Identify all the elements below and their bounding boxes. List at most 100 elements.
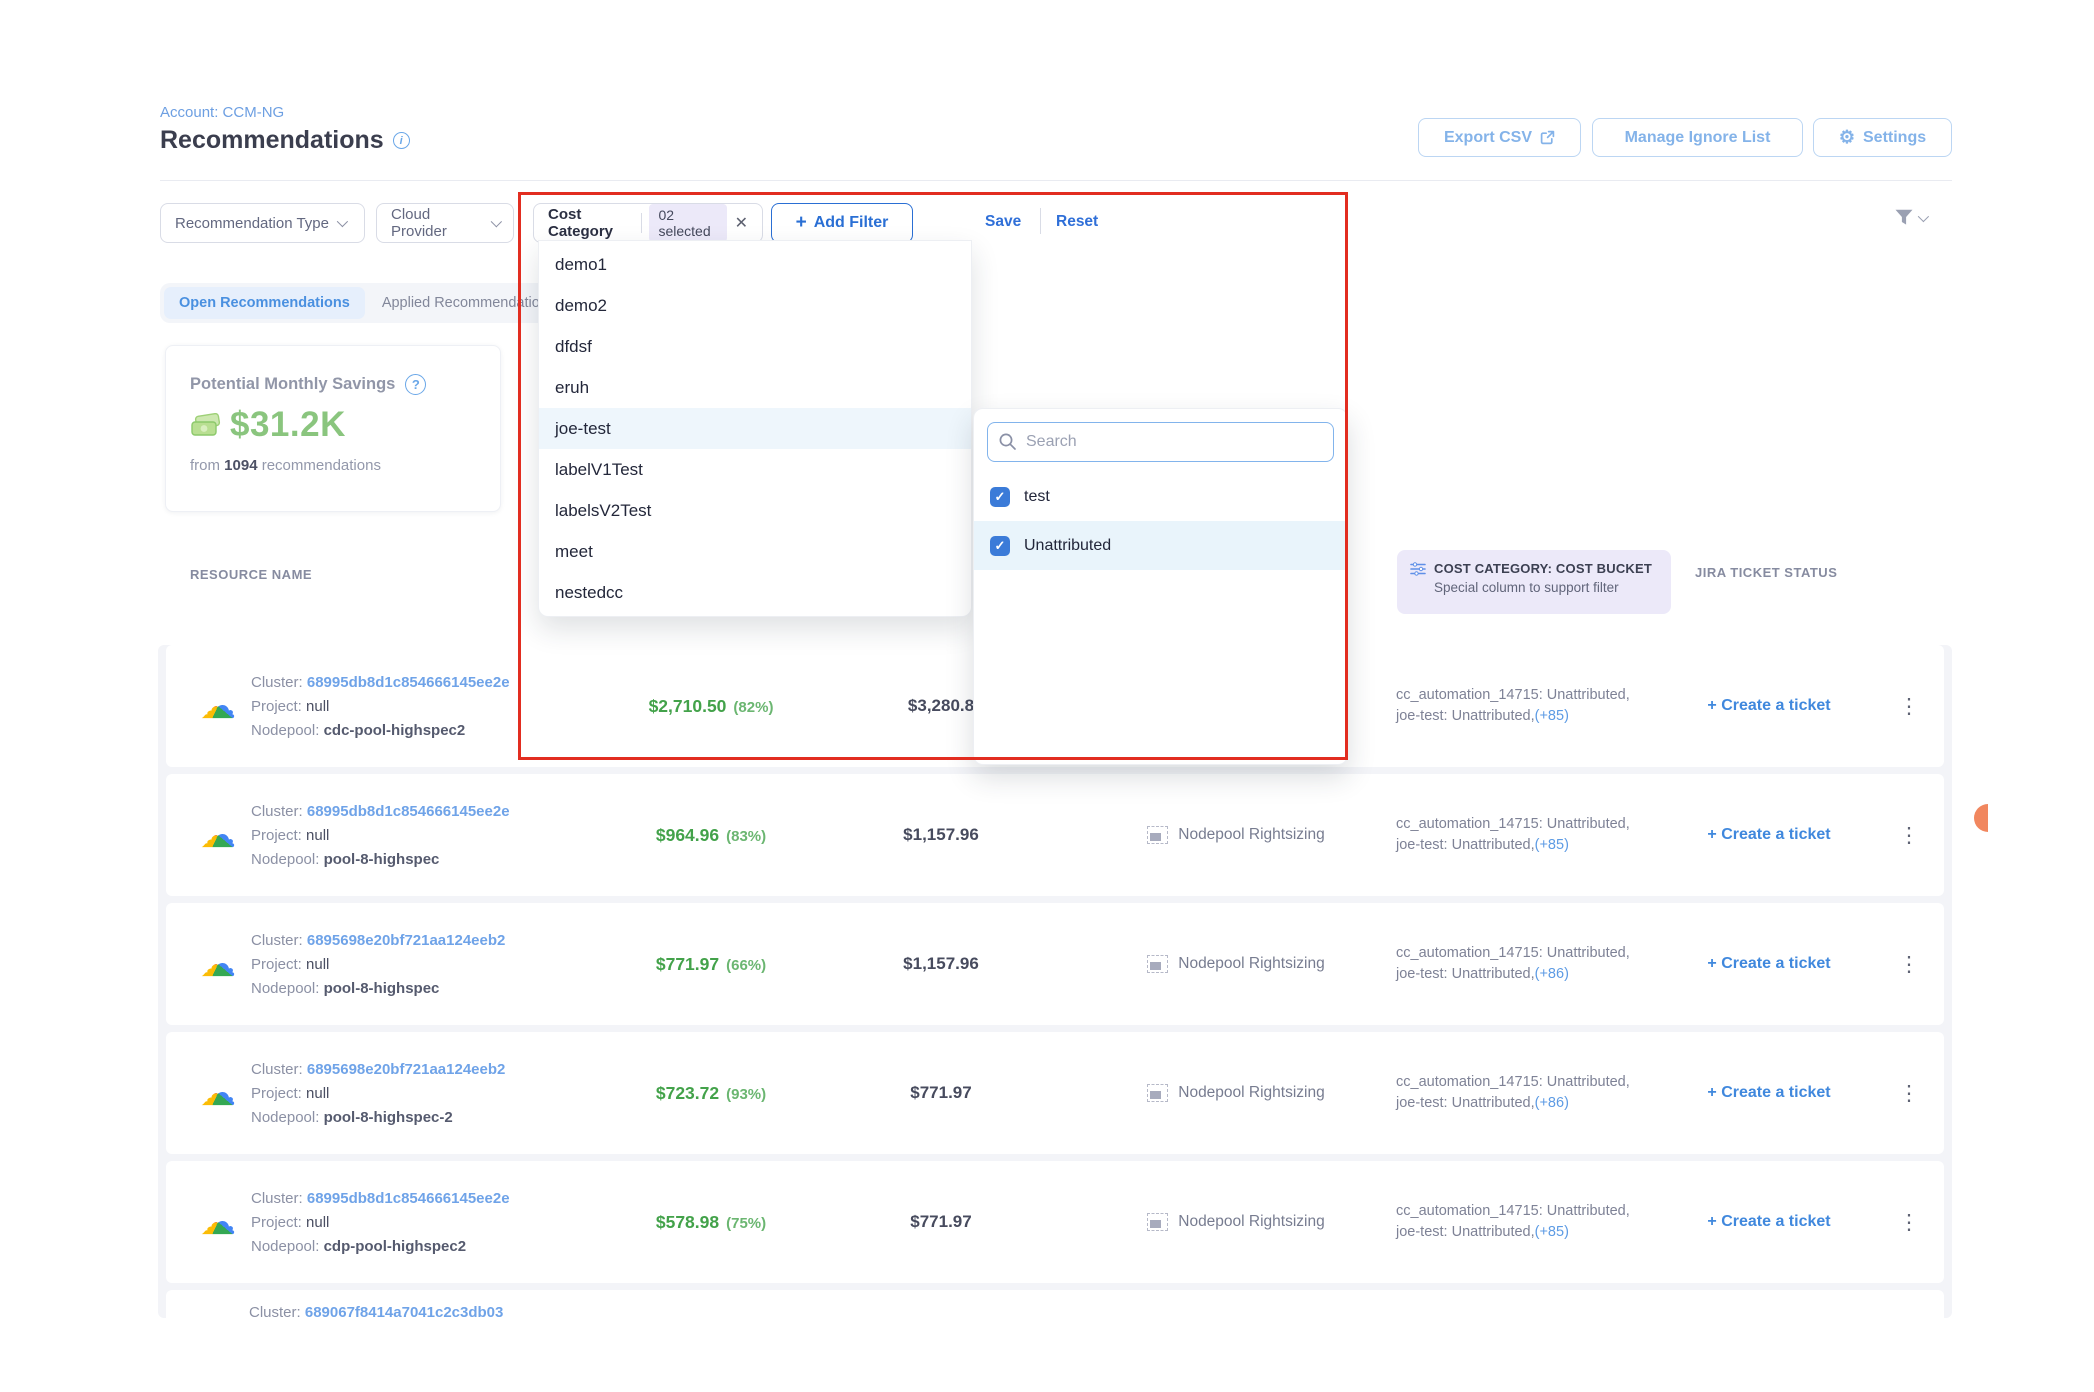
create-ticket-link[interactable]: + Create a ticket [1664,955,1874,973]
row-menu-icon[interactable]: ⋮ [1899,1083,1920,1104]
info-icon[interactable]: i [393,132,410,149]
cluster-label: Cluster: [251,1190,303,1207]
cluster-id-link[interactable]: 6895698e20bf721aa124eeb2 [307,1061,506,1078]
cost-bucket-more-link[interactable]: (+85) [1535,708,1569,724]
dropdown-item[interactable]: labelsV2Test [539,490,971,531]
monthly-cost-cell: $1,157.96 [796,954,1086,974]
recommendation-type-filter[interactable]: Recommendation Type [160,203,365,243]
dropdown-item[interactable]: nestedcc [539,572,971,613]
cluster-id-link[interactable]: 6895698e20bf721aa124eeb2 [307,932,506,949]
dropdown-item-label: labelsV2Test [555,501,651,521]
table-row[interactable]: ☁ Cluster: 68995db8d1c854666145ee2e Proj… [166,774,1944,896]
monthly-savings-cell: $2,710.50 (82%) [626,696,796,717]
chip-divider [641,213,642,233]
nodepool-rightsizing-icon [1147,1213,1168,1231]
monthly-savings-cell: $771.97 (66%) [626,954,796,975]
savings-percent: (82%) [733,699,773,716]
row-menu-icon[interactable]: ⋮ [1899,1212,1920,1233]
export-csv-label: Export CSV [1444,129,1532,147]
savings-percent: (75%) [726,1215,766,1232]
nodepool-value: cdc-pool-highspec2 [324,722,466,739]
chevron-down-icon [491,216,502,227]
project-value: null [306,1214,329,1231]
bucket-option[interactable]: ✓ test [974,472,1347,521]
table-row[interactable]: ☁ Cluster: 6895698e20bf721aa124eeb2 Proj… [166,1032,1944,1154]
table-row-partial[interactable]: Cluster: 689067f8414a7041c2c3db03 [166,1290,1944,1318]
link-divider [1040,208,1041,234]
cost-bucket-picker: ✓ test ✓ Unattributed [973,408,1348,765]
recommendation-type-label: Nodepool Rightsizing [1178,1084,1324,1102]
create-ticket-link[interactable]: + Create a ticket [1664,1084,1874,1102]
nodepool-label: Nodepool: [251,980,319,997]
dropdown-item[interactable]: labelV1Test [539,449,971,490]
add-filter-button[interactable]: + Add Filter [771,203,913,243]
cost-category-column-header[interactable]: COST CATEGORY: COST BUCKET Special colum… [1397,550,1671,614]
resource-cell: ☁ Cluster: 6895698e20bf721aa124eeb2 Proj… [166,1061,626,1126]
table-row[interactable]: ☁ Cluster: 68995db8d1c854666145ee2e Proj… [166,1161,1944,1283]
create-ticket-link[interactable]: + Create a ticket [1664,697,1874,715]
close-icon[interactable]: ✕ [735,213,748,233]
cloud-provider-filter[interactable]: Cloud Provider [376,203,514,243]
nodepool-label: Nodepool: [251,1238,319,1255]
cost-bucket-more-link[interactable]: (+85) [1535,1224,1569,1240]
table-row[interactable]: ☁ Cluster: 6895698e20bf721aa124eeb2 Proj… [166,903,1944,1025]
cluster-id-link[interactable]: 68995db8d1c854666145ee2e [307,1190,510,1207]
cost-bucket-line2: joe-test: Unattributed, [1396,966,1535,982]
savings-percent: (93%) [726,1086,766,1103]
manage-ignore-list-button[interactable]: Manage Ignore List [1592,118,1803,157]
dropdown-item-label: dfdsf [555,337,592,357]
dropdown-item-label: meet [555,542,593,562]
monthly-cost-cell: $771.97 [796,1083,1086,1103]
bucket-search-input[interactable] [987,422,1334,462]
cost-bucket-more-link[interactable]: (+86) [1535,966,1569,982]
cost-bucket-line1: cc_automation_14715: Unattributed, [1396,1072,1664,1093]
dropdown-item[interactable]: meet [539,531,971,572]
gcp-cloud-icon: ☁ [200,688,236,724]
cluster-label: Cluster: [251,803,303,820]
savings-value: $2,710.50 [649,696,727,717]
savings-from-word: from [190,457,220,474]
cost-bucket-more-link[interactable]: (+85) [1535,837,1569,853]
dropdown-item[interactable]: eruh [539,367,971,408]
row-menu-icon[interactable]: ⋮ [1899,696,1920,717]
cost-bucket-line1: cc_automation_14715: Unattributed, [1396,1201,1664,1222]
nodepool-value: pool-8-highspec [324,851,440,868]
row-menu-icon[interactable]: ⋮ [1899,954,1920,975]
filter-panel-toggle[interactable] [1894,209,1926,226]
bucket-option-label: test [1024,488,1050,506]
dropdown-item-label: nestedcc [555,583,623,603]
cluster-label: Cluster: [251,674,303,691]
row-menu-icon[interactable]: ⋮ [1899,825,1920,846]
checkbox-checked-icon[interactable]: ✓ [990,487,1010,507]
dropdown-item[interactable]: demo1 [539,244,971,285]
nodepool-label: Nodepool: [251,1109,319,1126]
cost-category-header-title: COST CATEGORY: COST BUCKET [1434,561,1652,576]
export-csv-button[interactable]: Export CSV [1418,118,1581,157]
help-icon[interactable]: ? [405,374,426,395]
checkbox-checked-icon[interactable]: ✓ [990,536,1010,556]
dropdown-item[interactable]: dfdsf [539,326,971,367]
resource-name-header: RESOURCE NAME [190,567,312,582]
dropdown-item-label: demo1 [555,255,607,275]
settings-button[interactable]: ⚙ Settings [1813,118,1952,157]
create-ticket-link[interactable]: + Create a ticket [1664,826,1874,844]
create-ticket-link[interactable]: + Create a ticket [1664,1213,1874,1231]
cluster-id-link[interactable]: 68995db8d1c854666145ee2e [307,803,510,820]
cluster-id-link[interactable]: 68995db8d1c854666145ee2e [307,674,510,691]
dropdown-item[interactable]: demo2 [539,285,971,326]
cost-category-filter-chip[interactable]: Cost Category 02 selected ✕ [533,203,763,243]
dropdown-item[interactable]: joe-test [539,408,971,449]
floating-handle[interactable] [1974,804,1988,832]
cluster-id-link[interactable]: 689067f8414a7041c2c3db03 [305,1304,504,1318]
nodepool-value: pool-8-highspec-2 [324,1109,453,1126]
bucket-option[interactable]: ✓ Unattributed [974,521,1347,570]
resource-cell: ☁ Cluster: 6895698e20bf721aa124eeb2 Proj… [166,932,626,997]
project-value: null [306,956,329,973]
account-breadcrumb[interactable]: Account: CCM-NG [160,104,284,121]
cost-bucket-more-link[interactable]: (+86) [1535,1095,1569,1111]
save-filter-link[interactable]: Save [985,213,1021,231]
reset-filter-link[interactable]: Reset [1056,213,1098,231]
savings-suffix-word: recommendations [262,457,381,474]
tab-open-recommendations[interactable]: Open Recommendations [164,287,365,319]
money-icon [190,413,222,438]
